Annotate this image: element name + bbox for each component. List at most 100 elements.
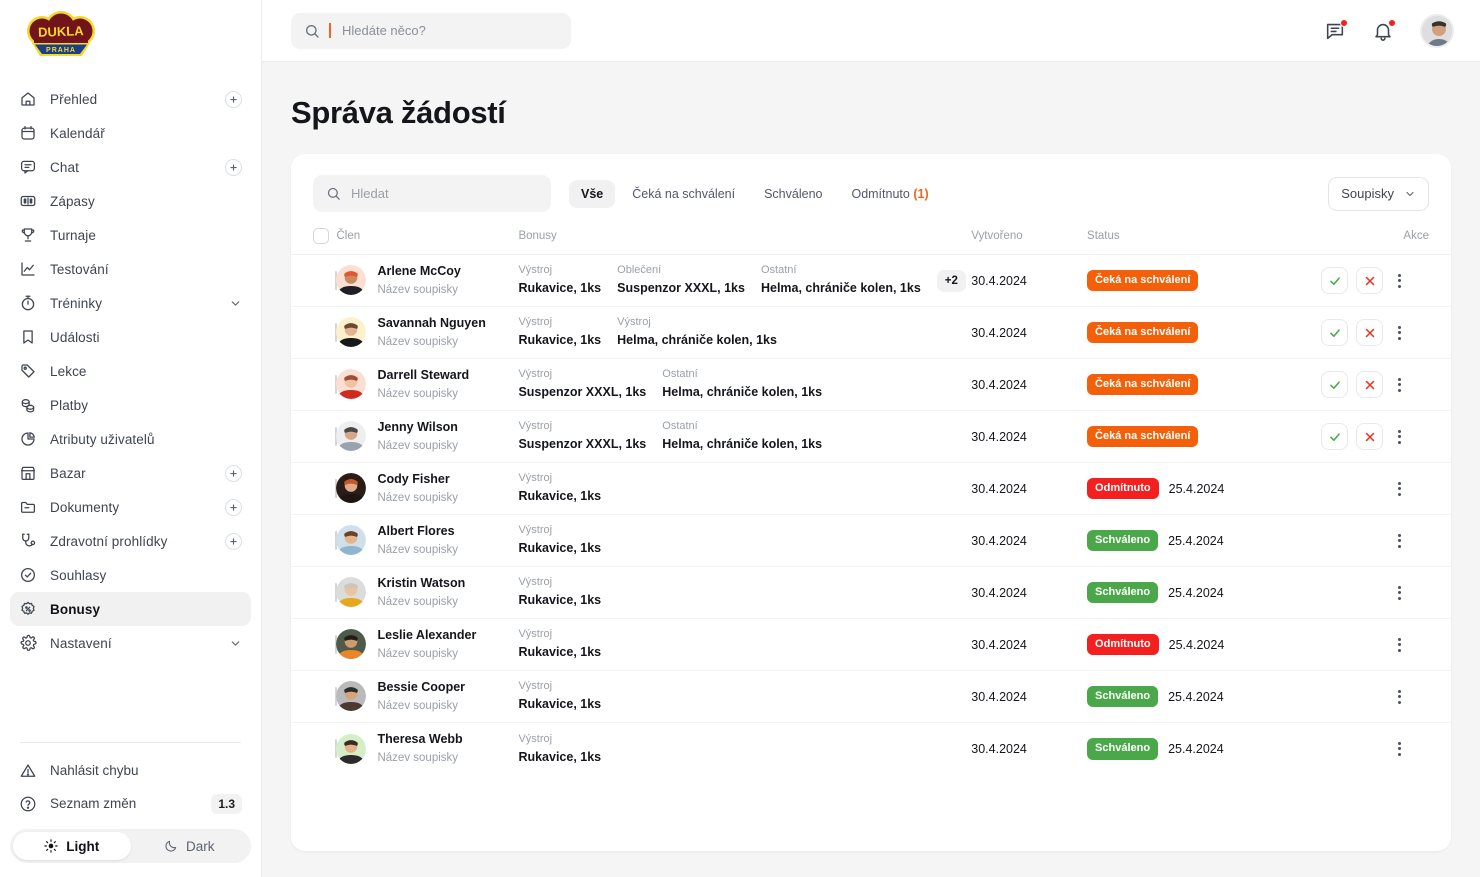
- sidebar-item-bazar[interactable]: Bazar: [10, 456, 251, 490]
- actions-cell: [1306, 255, 1451, 307]
- sidebar-item-dokumenty[interactable]: Dokumenty: [10, 490, 251, 524]
- actions-cell: [1306, 723, 1451, 775]
- theme-option-dark[interactable]: Dark: [131, 832, 249, 860]
- sidebar-item-kalend[interactable]: Kalendář: [10, 116, 251, 150]
- sidebar-item-z-pasy[interactable]: Zápasy: [10, 184, 251, 218]
- more-bonuses-badge[interactable]: +2: [936, 269, 966, 292]
- member-name: Bessie Cooper: [377, 680, 466, 695]
- table-row[interactable]: Albert Flores Název soupisky Výstroj Rukavi…: [291, 515, 1451, 567]
- bonuses-cell: Výstroj Rukavice, 1ks: [518, 463, 971, 515]
- roster-name: Název soupisky: [377, 492, 459, 505]
- theme-toggle[interactable]: Light Dark: [10, 829, 251, 863]
- sidebar-item-p-ehled[interactable]: Přehled: [10, 82, 251, 116]
- avatar: [336, 265, 367, 296]
- more-options-icon[interactable]: [1391, 374, 1407, 396]
- bonuses-cell: Výstroj Rukavice, 1ks Oblečení Suspenzor XX…: [518, 255, 971, 307]
- more-options-icon[interactable]: [1391, 478, 1407, 500]
- tab-ek-na-schv-len[interactable]: Čeká na schválení: [620, 180, 747, 208]
- more-options-icon[interactable]: [1391, 738, 1407, 760]
- more-options-icon[interactable]: [1391, 634, 1407, 656]
- add-button[interactable]: [225, 532, 242, 550]
- notifications-bell-icon[interactable]: [1372, 18, 1396, 42]
- table-row[interactable]: Darrell Steward Název soupisky Výstroj Susp…: [291, 359, 1451, 411]
- actions-cell: [1306, 307, 1451, 359]
- sidebar-item-souhlasy[interactable]: Souhlasy: [10, 558, 251, 592]
- reject-button[interactable]: [1356, 371, 1383, 398]
- gear-icon: [19, 634, 37, 652]
- more-options-icon[interactable]: [1391, 426, 1407, 448]
- tab-v-e[interactable]: Vše: [569, 179, 616, 208]
- approve-button[interactable]: [1321, 267, 1348, 294]
- row-select-cell: [291, 255, 337, 307]
- expand-toggle[interactable]: [229, 637, 242, 650]
- add-button[interactable]: [225, 498, 242, 516]
- approve-button[interactable]: [1321, 319, 1348, 346]
- table-row[interactable]: Arlene McCoy Název soupisky Výstroj Rukavic…: [291, 255, 1451, 307]
- more-options-icon[interactable]: [1391, 270, 1407, 292]
- table-row[interactable]: Bessie Cooper Název soupisky Výstroj Rukavi…: [291, 671, 1451, 723]
- sidebar-item-report-bug[interactable]: Nahlásit chybu: [10, 754, 251, 787]
- check-icon: [1328, 274, 1342, 288]
- table-search-input[interactable]: Hledat: [313, 175, 551, 212]
- more-options-icon[interactable]: [1391, 322, 1407, 344]
- user-avatar[interactable]: [1420, 13, 1454, 48]
- store-icon: [19, 464, 37, 482]
- approve-button[interactable]: [1321, 371, 1348, 398]
- add-button[interactable]: [225, 158, 242, 176]
- reject-button[interactable]: [1356, 319, 1383, 346]
- bonus-item: Ostatní Helma, chrániče kolen, 1ks: [662, 367, 838, 401]
- member-cell: Savannah Nguyen Název soupisky: [336, 307, 518, 359]
- bonus-value: Rukavice, 1ks: [518, 333, 602, 348]
- sidebar-item-atributy-u-ivatel[interactable]: Atributy uživatelů: [10, 422, 251, 456]
- roster-name: Název soupisky: [377, 648, 459, 661]
- sidebar-item-tr-ninky[interactable]: Tréninky: [10, 286, 251, 320]
- tab-odm-tnuto[interactable]: Odmítnuto (1): [839, 180, 940, 208]
- sidebar-item-testov-n[interactable]: Testování: [10, 252, 251, 286]
- more-options-icon[interactable]: [1391, 530, 1407, 552]
- sidebar-item-turnaje[interactable]: Turnaje: [10, 218, 251, 252]
- table-row[interactable]: Kristin Watson Název soupisky Výstroj Rukav…: [291, 567, 1451, 619]
- more-options-icon[interactable]: [1391, 686, 1407, 708]
- close-icon: [1363, 274, 1377, 288]
- sidebar-item-zdravotn-prohl-dky[interactable]: Zdravotní prohlídky: [10, 524, 251, 558]
- dukla-praha-logo[interactable]: DUKLA PRAHA: [18, 9, 104, 67]
- sidebar-item-chat[interactable]: Chat: [10, 150, 251, 184]
- add-button[interactable]: [225, 464, 242, 482]
- row-select-cell: [291, 619, 337, 671]
- expand-toggle[interactable]: [229, 297, 242, 310]
- bonus-value: Helma, chrániče kolen, 1ks: [662, 385, 823, 400]
- sidebar-item-ud-losti[interactable]: Události: [10, 320, 251, 354]
- sidebar-item-nastaven[interactable]: Nastavení: [10, 626, 251, 660]
- sidebar-item-platby[interactable]: Platby: [10, 388, 251, 422]
- created-cell: 30.4.2024: [971, 255, 1087, 307]
- table-row[interactable]: Theresa Webb Název soupisky Výstroj Rukavic…: [291, 723, 1451, 775]
- rosters-dropdown[interactable]: Soupisky: [1328, 176, 1429, 211]
- select-all-checkbox[interactable]: [313, 228, 329, 244]
- sidebar-item-lekce[interactable]: Lekce: [10, 354, 251, 388]
- filter-tabs: Vše Čeká na schválení Schváleno Odmítnuto (…: [569, 179, 941, 208]
- add-button[interactable]: [225, 90, 242, 108]
- sidebar-item-changelog[interactable]: Seznam změn 1.3: [10, 787, 251, 820]
- logo-container[interactable]: DUKLA PRAHA: [0, 0, 261, 76]
- created-date: 30.4.2024: [971, 585, 1027, 600]
- member-cell: Jenny Wilson Název soupisky: [336, 411, 518, 463]
- sidebar-item-bonusy[interactable]: Bonusy: [10, 592, 251, 626]
- row-select-cell: [291, 567, 337, 619]
- reject-button[interactable]: [1356, 267, 1383, 294]
- theme-option-light[interactable]: Light: [13, 832, 131, 860]
- member-name: Savannah Nguyen: [377, 316, 486, 331]
- more-options-icon[interactable]: [1391, 582, 1407, 604]
- bonuses-list: Výstroj Rukavice, 1ks: [518, 471, 971, 505]
- member-name: Jenny Wilson: [377, 420, 458, 435]
- member-name: Leslie Alexander: [377, 628, 477, 643]
- messages-icon[interactable]: [1324, 18, 1348, 42]
- table-row[interactable]: Cody Fisher Název soupisky Výstroj Rukavice…: [291, 463, 1451, 515]
- approve-button[interactable]: [1321, 423, 1348, 450]
- sidebar-item-label: Zdravotní prohlídky: [50, 533, 168, 549]
- table-row[interactable]: Jenny Wilson Název soupisky Výstroj Suspenz…: [291, 411, 1451, 463]
- global-search-input[interactable]: Hledáte něco?: [291, 12, 571, 49]
- tab-schv-leno[interactable]: Schváleno: [752, 180, 834, 208]
- table-row[interactable]: Leslie Alexander Název soupisky Výstroj Ruk…: [291, 619, 1451, 671]
- reject-button[interactable]: [1356, 423, 1383, 450]
- table-row[interactable]: Savannah Nguyen Název soupisky Výstroj Ruka…: [291, 307, 1451, 359]
